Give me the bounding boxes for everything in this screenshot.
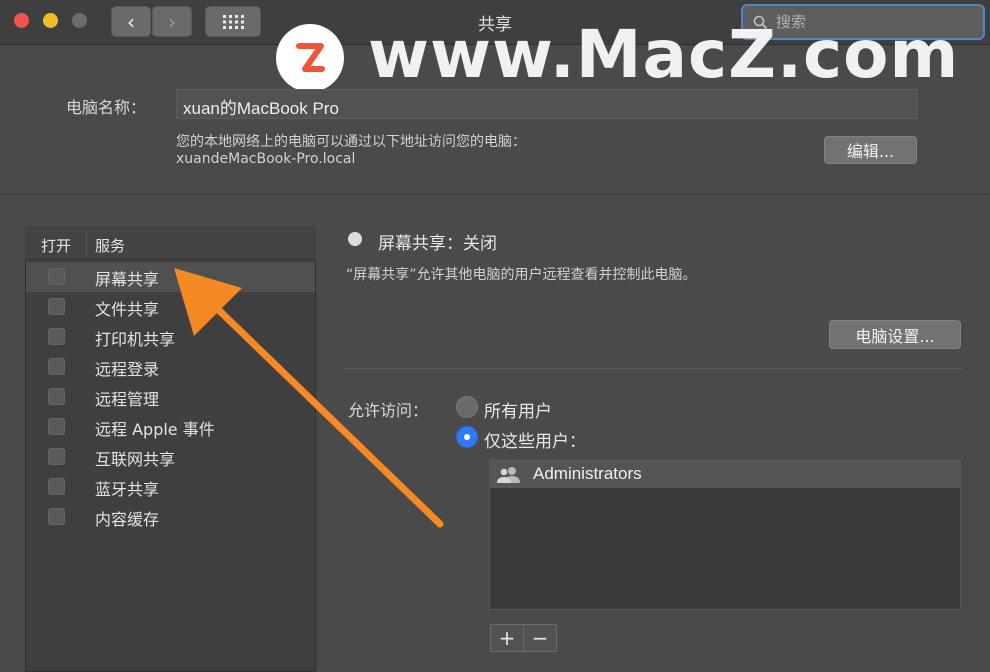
watermark-logo [276,24,344,92]
service-label: 文件共享 [95,300,160,319]
content-caching-checkbox[interactable] [48,508,65,525]
macz-logo-icon [296,43,325,72]
file-sharing-checkbox[interactable] [48,298,65,315]
computer-name-label: 电脑名称： [66,98,147,117]
remote-management-checkbox[interactable] [48,388,65,405]
network-info-text: 您的本地网络上的电脑可以通过以下地址访问您的电脑： [176,134,526,150]
service-label: 蓝牙共享 [95,480,160,499]
radio-dot-icon [464,434,470,440]
status-indicator [348,232,362,246]
service-label: 屏幕共享 [95,270,160,289]
local-address-text: xuandeMacBook-Pro.local [176,151,356,167]
annotation-arrow-icon [174,268,444,528]
all-users-label[interactable]: 所有用户 [484,397,552,422]
only-these-users-label[interactable]: 仅这些用户： [484,427,586,452]
remote-apple-events-checkbox[interactable] [48,418,65,435]
column-separator [86,230,87,256]
service-label: 远程登录 [95,360,160,379]
printer-sharing-checkbox[interactable] [48,328,65,345]
bluetooth-sharing-checkbox[interactable] [48,478,65,495]
remote-login-checkbox[interactable] [48,358,65,375]
remove-user-button[interactable]: − [523,624,557,652]
column-header-on[interactable]: 打开 [41,235,71,256]
watermark-text: www.MacZ.com [368,16,960,93]
add-user-button[interactable]: + [490,624,524,652]
internet-sharing-checkbox[interactable] [48,448,65,465]
computer-name-field[interactable]: xuan的MacBook Pro [176,89,918,119]
group-icon [497,467,520,483]
screen-sharing-checkbox[interactable] [48,268,65,285]
edit-button[interactable]: 编辑... [824,136,917,164]
service-label: 内容缓存 [95,510,160,529]
user-group-label: Administrators [533,464,642,483]
computer-settings-button[interactable]: 电脑设置... [829,320,961,349]
service-status-text: 屏幕共享：关闭 [378,234,497,254]
service-label: 远程管理 [95,390,160,409]
column-header-service[interactable]: 服务 [95,235,125,256]
section-divider [0,194,990,195]
